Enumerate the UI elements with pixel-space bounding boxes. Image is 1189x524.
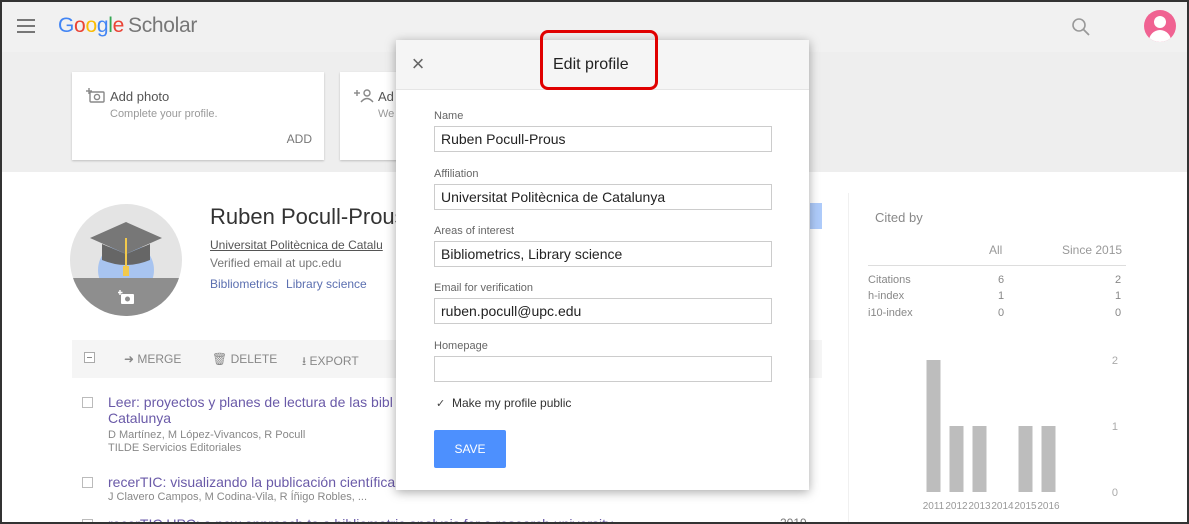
bar-2011 bbox=[926, 360, 941, 492]
x-tick-label: 2012 bbox=[945, 501, 968, 512]
homepage-label: Homepage bbox=[434, 340, 488, 352]
merge-icon: ➜ bbox=[124, 352, 138, 366]
metric-since: 1 bbox=[1115, 290, 1122, 302]
interests-label: Areas of interest bbox=[434, 225, 515, 237]
divider bbox=[868, 265, 1126, 266]
article-title[interactable]: Leer: proyectos y planes de lectura de l… bbox=[108, 394, 393, 410]
checkmark-icon: ✓ bbox=[436, 398, 446, 410]
card-subtitle: Complete your profile. bbox=[110, 108, 218, 120]
add-photo-card: Add photo Complete your profile. ADD bbox=[72, 72, 324, 160]
account-avatar-icon[interactable] bbox=[1144, 10, 1176, 42]
interests-input[interactable]: Bibliometrics, Library science bbox=[434, 241, 772, 267]
cited-by-title: Cited by bbox=[875, 210, 923, 225]
name-input[interactable]: Ruben Pocull-Prous bbox=[434, 126, 772, 152]
profile-tags: Bibliometrics Library science bbox=[210, 277, 375, 291]
annotation-highlight-box bbox=[540, 30, 658, 90]
article-venue: TILDE Servicios Editoriales bbox=[108, 442, 242, 454]
article-title-cont[interactable]: Catalunya bbox=[108, 410, 171, 426]
homepage-input[interactable] bbox=[434, 356, 772, 382]
article-title[interactable]: recerTIC: visualizando la publicación ci… bbox=[108, 474, 395, 490]
profile-photo[interactable] bbox=[70, 204, 182, 316]
card-title: Add photo bbox=[110, 89, 170, 104]
download-icon: ⭳ bbox=[302, 354, 310, 368]
metric-all: 0 bbox=[998, 307, 1005, 319]
profile-name: Ruben Pocull-Prous bbox=[210, 204, 406, 229]
merge-button[interactable]: ➜ MERGE bbox=[124, 352, 181, 366]
delete-button[interactable]: 🗑 DELETE bbox=[212, 352, 277, 366]
public-profile-checkbox[interactable]: ✓ Make my profile public bbox=[436, 396, 571, 410]
tag-link[interactable]: Library science bbox=[286, 277, 367, 291]
article-authors: J Clavero Campos, M Codina-Vila, R Íñigo… bbox=[108, 491, 368, 503]
x-tick-label: 2016 bbox=[1037, 501, 1060, 512]
metric-label: i10-index bbox=[868, 307, 913, 319]
bar-2013 bbox=[972, 426, 987, 492]
article-checkbox[interactable] bbox=[82, 397, 93, 408]
y-tick-label: 2 bbox=[1112, 355, 1118, 367]
card-subtitle: We bbox=[378, 108, 395, 120]
hamburger-menu-icon[interactable] bbox=[17, 15, 35, 37]
x-tick-label: 2011 bbox=[923, 501, 945, 512]
col-all-header: All bbox=[989, 243, 1003, 257]
email-input[interactable]: ruben.pocull@upc.edu bbox=[434, 298, 772, 324]
select-all-checkbox[interactable] bbox=[84, 352, 95, 366]
article-authors: D Martínez, M López-Vivancos, R Pocull bbox=[108, 429, 306, 441]
metric-all: 6 bbox=[998, 274, 1005, 286]
export-button[interactable]: ⭳ EXPORT bbox=[302, 352, 359, 373]
google-scholar-logo[interactable]: Google Scholar bbox=[58, 14, 197, 38]
bar-2015 bbox=[1018, 426, 1033, 492]
x-tick-label: 2013 bbox=[968, 501, 991, 512]
affiliation-label: Affiliation bbox=[434, 168, 479, 180]
metric-all: 1 bbox=[998, 290, 1005, 302]
camera-icon[interactable] bbox=[118, 290, 136, 311]
tag-link[interactable]: Bibliometrics bbox=[210, 277, 278, 291]
article-checkbox[interactable] bbox=[82, 477, 93, 488]
article-year: 2019 bbox=[780, 516, 807, 524]
bar-2012 bbox=[949, 426, 964, 492]
add-photo-button[interactable]: ADD bbox=[287, 132, 312, 146]
article-checkbox[interactable] bbox=[82, 519, 93, 522]
public-profile-label: Make my profile public bbox=[452, 396, 572, 410]
email-label: Email for verification bbox=[434, 282, 534, 294]
follow-button-edge[interactable] bbox=[810, 203, 822, 229]
edit-profile-dialog: × Edit profile Name Ruben Pocull-Prous A… bbox=[396, 40, 809, 490]
metric-label: Citations bbox=[868, 274, 911, 286]
profile-email: Verified email at upc.edu bbox=[210, 256, 342, 270]
add-photo-icon bbox=[86, 88, 106, 104]
col-since-header: Since 2015 bbox=[1062, 243, 1123, 257]
search-icon[interactable] bbox=[1070, 16, 1092, 38]
profile-affiliation[interactable]: Universitat Politècnica de Catalu bbox=[210, 238, 383, 252]
affiliation-input[interactable]: Universitat Politècnica de Catalunya bbox=[434, 184, 772, 210]
name-label: Name bbox=[434, 110, 464, 122]
save-button[interactable]: SAVE bbox=[434, 430, 506, 468]
metric-since: 0 bbox=[1115, 307, 1122, 319]
app-window: Google Scholar Add photo Complete your pr… bbox=[0, 0, 1189, 524]
x-tick-label: 2015 bbox=[1014, 501, 1037, 512]
article-title[interactable]: recerTIC UPC: a new approach to a biblio… bbox=[108, 516, 613, 522]
y-tick-label: 0 bbox=[1112, 487, 1118, 499]
trash-icon: 🗑 bbox=[212, 352, 231, 366]
metric-since: 2 bbox=[1115, 274, 1122, 286]
citations-chart: 2011 2012 2013 2014 2015 2016 2 1 0 bbox=[923, 355, 1118, 512]
metric-label: h-index bbox=[868, 290, 905, 302]
close-icon[interactable]: × bbox=[406, 52, 430, 76]
x-tick-label: 2014 bbox=[991, 501, 1014, 512]
card-title: Ad bbox=[378, 89, 394, 104]
y-tick-label: 1 bbox=[1112, 421, 1118, 433]
bar-2016 bbox=[1041, 426, 1056, 492]
add-person-icon bbox=[354, 88, 374, 104]
